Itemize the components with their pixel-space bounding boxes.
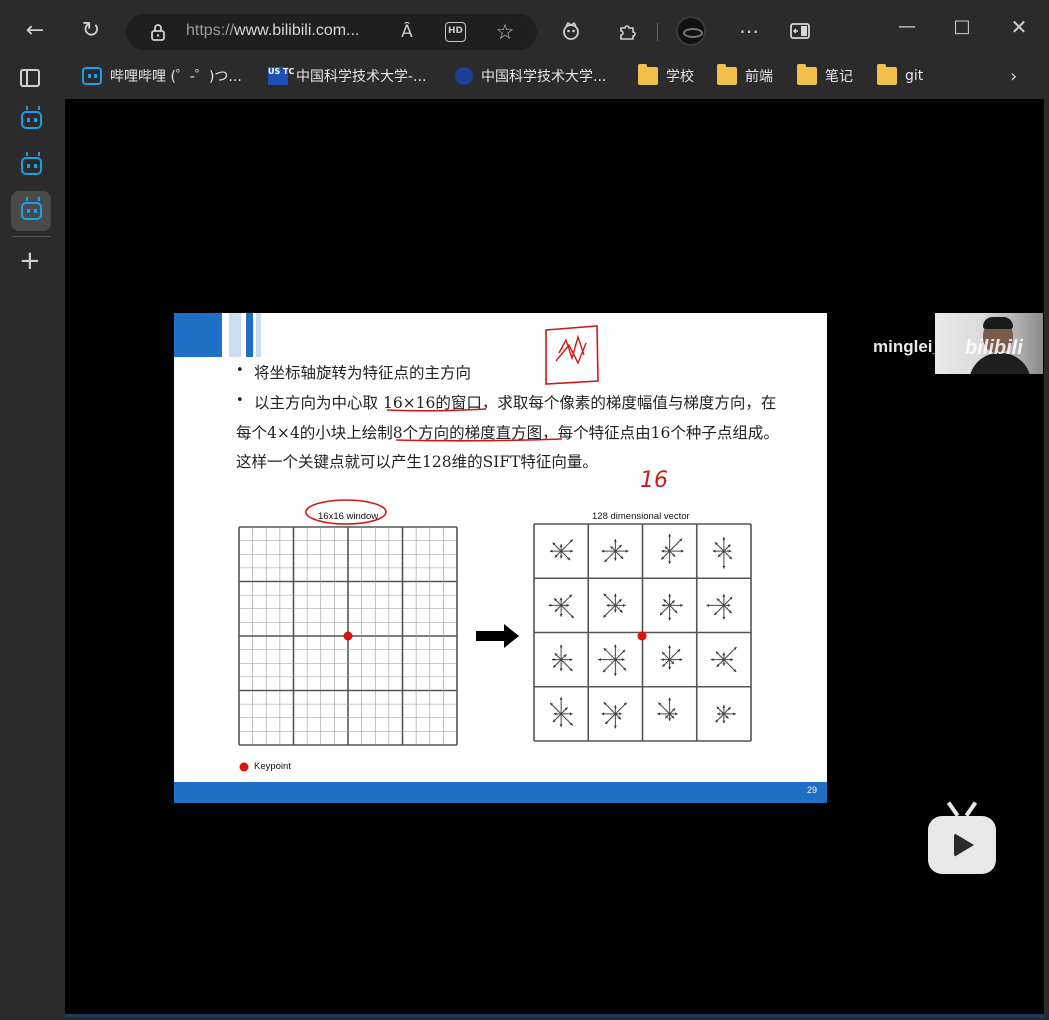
- gradient-histogram: [548, 594, 575, 619]
- bilibili-icon: [21, 157, 42, 175]
- handwritten-number: 16: [640, 468, 668, 493]
- gradient-histogram: [657, 697, 678, 721]
- sidebar-toggle-icon[interactable]: [789, 21, 811, 41]
- progress-strip: [65, 1014, 1044, 1017]
- bilibili-watermark: bilibili: [965, 337, 1023, 359]
- url-text[interactable]: https://www.bilibili.com...: [186, 22, 359, 40]
- gradient-histogram: [661, 645, 683, 670]
- gradient-histogram: [601, 701, 628, 729]
- keypoint-dot: [343, 631, 353, 641]
- tab-bilibili-3[interactable]: [11, 191, 51, 231]
- gradient-histogram: [710, 646, 737, 673]
- hd-icon[interactable]: HD: [445, 22, 466, 42]
- keypoint-dot: [637, 631, 647, 641]
- vertical-tab-strip: +: [0, 90, 62, 1020]
- bookmark-bilibili[interactable]: 哔哩哔哩 (゜-゜)つ...: [82, 64, 242, 88]
- toolbar-divider: [657, 23, 658, 41]
- gradient-histogram: [598, 644, 627, 676]
- browser-window: ← ↻ https://www.bilibili.com... Ȃ HD ☆ …: [0, 0, 1049, 1020]
- maximize-button[interactable]: □: [947, 14, 977, 40]
- bookmark-ustc-1[interactable]: US TC 中国科学技术大学-...: [268, 64, 426, 88]
- gradient-histogram: [551, 644, 573, 672]
- bookmark-label: 哔哩哔哩 (゜-゜)つ...: [110, 69, 242, 85]
- bookmark-label: 笔记: [825, 69, 853, 85]
- folder-icon: [717, 64, 737, 85]
- ustc-emblem-icon: [455, 67, 473, 85]
- extension-avatar-icon[interactable]: [560, 20, 582, 42]
- folder-icon: [797, 64, 817, 85]
- bookmark-folder-frontend[interactable]: 前端: [717, 64, 773, 88]
- close-button[interactable]: ✕: [1004, 14, 1034, 40]
- bilibili-tv-logo-icon: [928, 816, 996, 874]
- slide-page-number: 29: [806, 785, 817, 795]
- bilibili-icon: [82, 67, 102, 85]
- arrow-right-icon: [476, 624, 519, 648]
- extensions-puzzle-icon[interactable]: [617, 20, 639, 42]
- bookmark-label: git: [905, 68, 924, 84]
- back-arrow-icon[interactable]: ←: [22, 18, 48, 44]
- address-bar[interactable]: https://www.bilibili.com... Ȃ HD ☆: [126, 14, 537, 50]
- read-aloud-icon[interactable]: Ȃ: [396, 21, 418, 43]
- webcam-overlay: bilibili: [935, 313, 1043, 374]
- gradient-histogram: [712, 537, 733, 569]
- gradient-histogram: [660, 533, 684, 564]
- slide-footer: 29: [174, 782, 827, 803]
- tab-bilibili-1[interactable]: [11, 100, 51, 140]
- bilibili-icon: [21, 202, 42, 220]
- url-host: www.bilibili.com...: [234, 22, 360, 39]
- url-prefix: https://: [186, 22, 235, 39]
- gradient-histogram: [659, 593, 683, 621]
- title-bar: ← ↻ https://www.bilibili.com... Ȃ HD ☆ …: [0, 0, 1049, 62]
- keypoint-legend-icon: [239, 762, 249, 772]
- minimize-button[interactable]: —: [892, 14, 922, 40]
- keypoint-legend-label: Keypoint: [254, 761, 291, 772]
- webcam-person: [983, 317, 1013, 329]
- bookmark-folder-school[interactable]: 学校: [638, 64, 694, 88]
- folder-icon: [638, 64, 658, 85]
- bookmark-label: 中国科学技术大学-...: [296, 69, 427, 85]
- bookmark-folder-notes[interactable]: 笔记: [797, 64, 853, 88]
- bilibili-icon: [21, 111, 42, 129]
- gradient-histogram: [601, 539, 629, 563]
- gradient-histogram: [549, 697, 574, 727]
- sift-diagram: [238, 523, 752, 746]
- bookmark-folder-git[interactable]: git: [877, 64, 923, 88]
- new-tab-plus-icon[interactable]: +: [19, 246, 41, 276]
- gradient-histogram: [602, 593, 626, 618]
- gradient-histogram: [706, 594, 733, 620]
- gradient-histogram: [715, 705, 736, 724]
- refresh-icon[interactable]: ↻: [78, 18, 104, 44]
- profile-avatar[interactable]: [676, 16, 706, 46]
- lock-icon[interactable]: [148, 22, 168, 42]
- bookmarks-bar: 哔哩哔哩 (゜-゜)つ... US TC 中国科学技术大学-... 中国科学技术…: [0, 62, 1049, 90]
- bookmark-ustc-2[interactable]: 中国科学技术大学...: [455, 64, 606, 88]
- bookmark-label: 学校: [666, 69, 694, 85]
- more-menu-icon[interactable]: ⋯: [736, 18, 762, 44]
- ustc-icon: US TC: [268, 67, 294, 85]
- tab-bilibili-2[interactable]: [11, 146, 51, 186]
- gradient-histogram: [549, 539, 574, 561]
- tab-divider: [12, 236, 50, 237]
- bookmark-label: 前端: [745, 69, 773, 85]
- folder-icon: [877, 64, 897, 85]
- chevron-right-icon[interactable]: ›: [1010, 64, 1017, 88]
- lecture-slide: • 将坐标轴旋转为特征点的主方向 • 以主方向为中心取 16×16的窗口，求取每…: [174, 313, 827, 803]
- favorite-star-icon[interactable]: ☆: [494, 21, 516, 43]
- play-icon: [954, 833, 974, 857]
- bookmark-label: 中国科学技术大学...: [481, 69, 607, 85]
